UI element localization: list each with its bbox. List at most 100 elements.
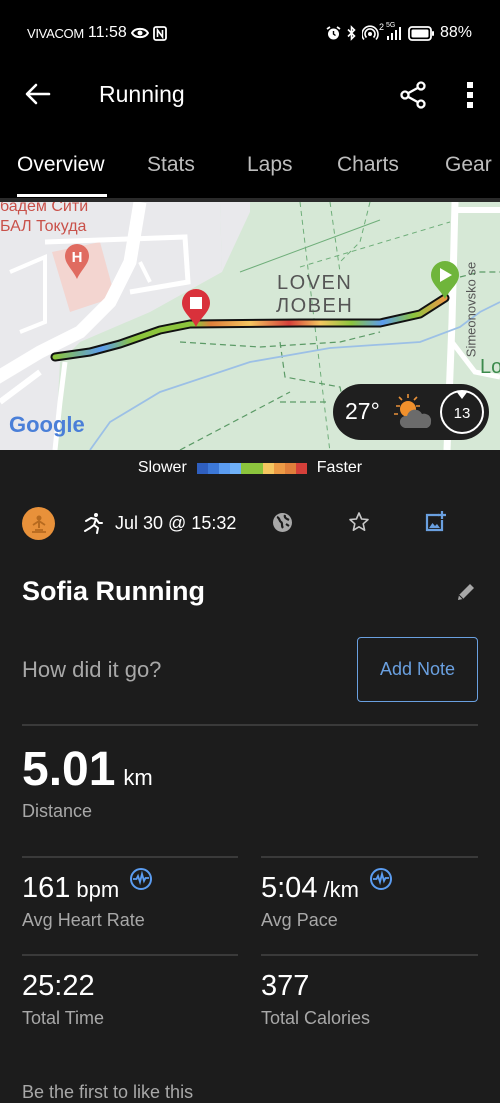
add-photo-button[interactable] (424, 510, 446, 539)
clock: 11:58 (87, 24, 127, 41)
divider (22, 856, 238, 858)
privacy-globe-button[interactable] (272, 512, 293, 538)
share-icon (400, 81, 426, 109)
google-attribution: Google (9, 412, 85, 437)
globe-icon (273, 513, 292, 532)
avg-pace-number: 5:04 (261, 872, 318, 904)
total-time-number: 25:22 (22, 970, 95, 1002)
nfc-icon (152, 25, 167, 41)
legend-swatch (273, 462, 285, 474)
legend-swatch (295, 462, 307, 474)
battery-icon (408, 25, 435, 41)
total-time-label: Total Time (22, 1008, 105, 1028)
avg-heart-rate-unit: bpm (76, 877, 120, 902)
tab-gear[interactable]: Gear (445, 153, 492, 177)
avg-pace-value: 5:04 /km (261, 868, 393, 905)
hotspot-count: 2 (378, 22, 384, 32)
battery-percent: 88% (439, 24, 472, 41)
eye-icon (130, 26, 149, 40)
meditation-icon (31, 515, 46, 533)
favorite-button[interactable] (348, 511, 370, 538)
map-label-poi: бадем Сити БАЛ Токуда (0, 202, 89, 235)
status-bar: VIVACOM 11:58 2 5G 88% (0, 0, 500, 64)
pace-zone-icon[interactable] (369, 867, 393, 896)
wind-indicator: 13 (440, 390, 484, 434)
star-icon (349, 512, 369, 531)
total-calories-label: Total Calories (261, 1008, 371, 1028)
hospital-marker-icon: H (63, 242, 91, 285)
carrier-name: VIVACOM (27, 25, 84, 41)
pencil-icon (458, 584, 474, 600)
divider (22, 724, 478, 726)
legend-faster-label: Faster (316, 459, 363, 476)
hotspot-icon (361, 25, 380, 41)
avg-pace-unit: /km (323, 877, 359, 902)
more-vert-icon (467, 82, 473, 108)
tab-overview[interactable]: Overview (17, 153, 105, 177)
avatar[interactable] (22, 507, 55, 540)
add-note-button[interactable]: Add Note (357, 637, 478, 702)
heart-rate-zone-icon[interactable] (129, 867, 153, 896)
bluetooth-icon (346, 25, 357, 41)
back-button[interactable] (22, 78, 54, 110)
note-prompt: How did it go? (22, 657, 162, 682)
divider (22, 954, 238, 956)
svg-text:H: H (72, 249, 83, 266)
pace-legend: Slower Faster (0, 450, 500, 486)
likes-prompt[interactable]: Be the first to like this (22, 1082, 193, 1103)
weather-chip[interactable]: 27° 13 (333, 384, 489, 440)
arrow-left-icon (25, 83, 51, 105)
more-options-button[interactable] (456, 78, 484, 112)
running-icon (82, 512, 104, 539)
avg-heart-rate-value: 161 bpm (22, 868, 153, 905)
distance-label: Distance (22, 801, 93, 821)
avg-heart-rate-label: Avg Heart Rate (22, 910, 145, 930)
legend-slower-label: Slower (137, 459, 187, 476)
route-map[interactable]: бадем Сити БАЛ Токуда H LOVEN ЛОВЕН Sime… (0, 202, 500, 450)
park-label: LOVEN ЛОВЕН (276, 272, 354, 317)
temperature: 27° (345, 398, 380, 424)
alarm-icon (326, 25, 341, 41)
total-calories-number: 377 (261, 970, 310, 1002)
divider (261, 954, 478, 956)
distance-number: 5.01 (22, 743, 116, 796)
app-bar: Running (0, 64, 500, 126)
distance-unit: km (123, 765, 153, 790)
wind-speed: 13 (453, 404, 471, 422)
legend-swatch (229, 462, 241, 474)
legend-color-scale (196, 462, 307, 474)
finish-marker-icon (180, 288, 212, 333)
tab-bar: Overview Stats Laps Charts Gear (0, 126, 500, 202)
tab-laps[interactable]: Laps (247, 153, 293, 177)
legend-swatch (218, 462, 230, 474)
map-edge-label: Lo (480, 356, 500, 378)
signal-icon: 2 5G (379, 22, 403, 40)
avg-pace-label: Avg Pace (261, 910, 338, 930)
activity-meta-row: Jul 30 @ 15:32 (0, 500, 500, 548)
total-calories-value: 377 (261, 970, 309, 1003)
network-type: 5G (385, 22, 396, 29)
legend-swatch (284, 462, 296, 474)
activity-name: Sofia Running (22, 576, 205, 606)
legend-swatch (262, 462, 274, 474)
share-button[interactable] (396, 78, 430, 112)
total-time-value: 25:22 (22, 970, 95, 1003)
legend-swatch (207, 462, 219, 474)
divider (261, 856, 478, 858)
tab-charts[interactable]: Charts (337, 153, 399, 177)
tab-stats[interactable]: Stats (147, 153, 195, 177)
activity-date: Jul 30 @ 15:32 (115, 513, 237, 533)
edit-name-button[interactable] (455, 581, 477, 608)
distance-value: 5.01 km (22, 742, 153, 797)
avg-heart-rate-number: 161 (22, 872, 71, 904)
add-photo-icon (425, 511, 446, 532)
partly-cloudy-icon (391, 392, 435, 437)
street-label: Simeonovsko se (463, 261, 479, 358)
active-tab-indicator (17, 194, 107, 197)
legend-swatch (240, 462, 252, 474)
legend-swatch (196, 462, 208, 474)
wind-direction-icon (456, 391, 468, 399)
page-title: Running (99, 81, 185, 107)
start-marker-icon (429, 260, 461, 305)
legend-swatch (251, 462, 263, 474)
